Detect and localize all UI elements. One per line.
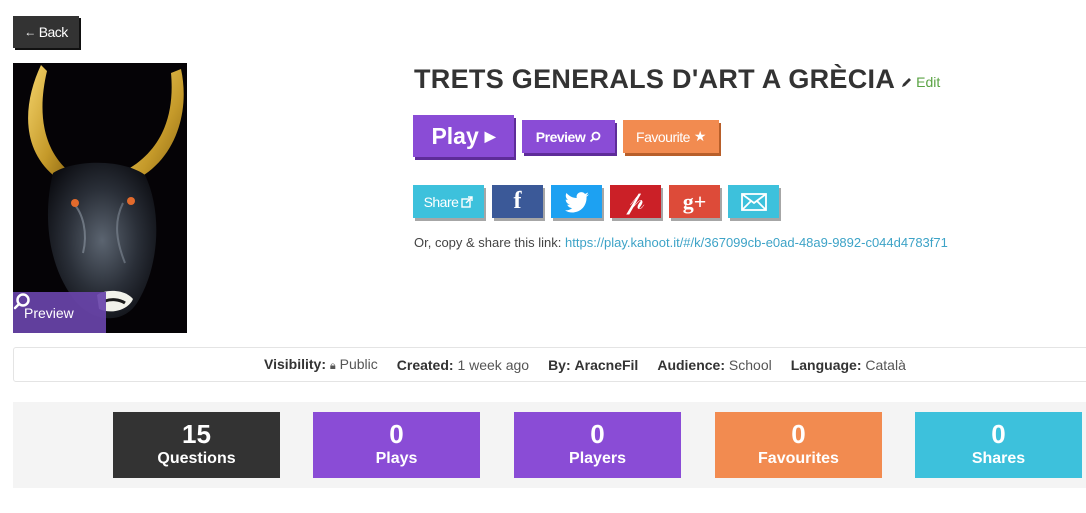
google-plus-share-button[interactable]: g+ (669, 185, 720, 218)
cover-preview-button[interactable]: Preview (13, 292, 106, 333)
language-value: Català (865, 356, 906, 373)
audience-label: Audience: (657, 356, 726, 373)
stats-bar: 15 Questions 0 Plays 0 Players 0 Favouri… (13, 402, 1086, 488)
created-label: Created: (396, 356, 454, 373)
twitter-share-button[interactable] (551, 185, 602, 218)
back-button[interactable]: ← Back (13, 16, 79, 48)
star-icon: ★ (693, 128, 707, 144)
audience-value: School (728, 356, 772, 373)
preview-label: Preview (535, 128, 586, 145)
stat-value: 15 (182, 419, 211, 449)
by-value[interactable]: AracneFil (575, 357, 639, 373)
cover-image: Preview (13, 63, 187, 333)
stat-value: 0 (991, 419, 1006, 449)
play-button[interactable]: Play ▶ (413, 115, 514, 157)
share-link-url[interactable]: https://play.kahoot.it/#/k/367099cb-e0ad… (565, 235, 948, 250)
share-link-row: Or, copy & share this link: https://play… (414, 235, 948, 250)
visibility-label: Visibility: (264, 356, 326, 372)
created-value: 1 week ago (457, 356, 530, 373)
pinterest-icon: 𝓅 (626, 186, 645, 215)
arrow-left-icon: ← (24, 25, 36, 39)
email-share-button[interactable] (728, 185, 779, 218)
favourite-label: Favourite (636, 128, 690, 145)
facebook-icon: f (513, 188, 522, 214)
search-icon (590, 131, 601, 142)
edit-link[interactable]: Edit (901, 74, 940, 90)
stat-label: Shares (971, 450, 1026, 467)
facebook-share-button[interactable]: f (492, 185, 543, 218)
share-label: Share (423, 193, 459, 210)
lock-icon: 🔒︎ (329, 360, 336, 372)
meta-audience: Audience: School (657, 357, 771, 373)
stat-label: Questions (157, 450, 236, 467)
share-button[interactable]: Share (413, 185, 484, 218)
stat-value: 0 (791, 419, 806, 449)
stat-plays: 0 Plays (313, 412, 480, 478)
stat-shares: 0 Shares (915, 412, 1082, 478)
meta-by: By: AracneFil (548, 357, 638, 373)
stat-players: 0 Players (514, 412, 681, 478)
external-link-icon (461, 195, 474, 208)
title-row: TRETS GENERALS D'ART A GRÈCIA Edit (414, 64, 940, 95)
share-link-prefix: Or, copy & share this link: (414, 235, 562, 250)
play-label: Play (431, 122, 479, 149)
preview-button[interactable]: Preview (522, 120, 615, 153)
pinterest-share-button[interactable]: 𝓅 (610, 185, 661, 218)
play-icon: ▶ (484, 127, 496, 144)
pencil-icon (902, 78, 912, 87)
favourite-button[interactable]: Favourite ★ (623, 120, 719, 153)
mail-icon (740, 192, 767, 211)
stat-favourites: 0 Favourites (715, 412, 882, 478)
meta-created: Created: 1 week ago (397, 357, 529, 373)
cover-preview-label: Preview (24, 304, 74, 321)
stat-label: Favourites (758, 450, 839, 467)
meta-bar: Visibility: 🔒︎ Public Created: 1 week ag… (13, 347, 1086, 382)
twitter-icon (564, 191, 589, 213)
google-plus-icon: g+ (682, 188, 707, 214)
language-label: Language: (790, 356, 862, 373)
stat-label: Players (569, 450, 626, 467)
meta-language: Language: Català (791, 357, 906, 373)
meta-visibility: Visibility: 🔒︎ Public (264, 356, 378, 373)
stat-value: 0 (389, 419, 404, 449)
back-label: Back (38, 24, 69, 40)
stat-questions: 15 Questions (113, 412, 280, 478)
edit-label: Edit (916, 74, 941, 90)
visibility-value: Public (339, 356, 378, 372)
kahoot-title: TRETS GENERALS D'ART A GRÈCIA (414, 64, 896, 94)
search-icon (13, 293, 30, 310)
stat-label: Plays (375, 450, 418, 467)
stat-value: 0 (590, 419, 605, 449)
by-label: By: (548, 356, 571, 373)
